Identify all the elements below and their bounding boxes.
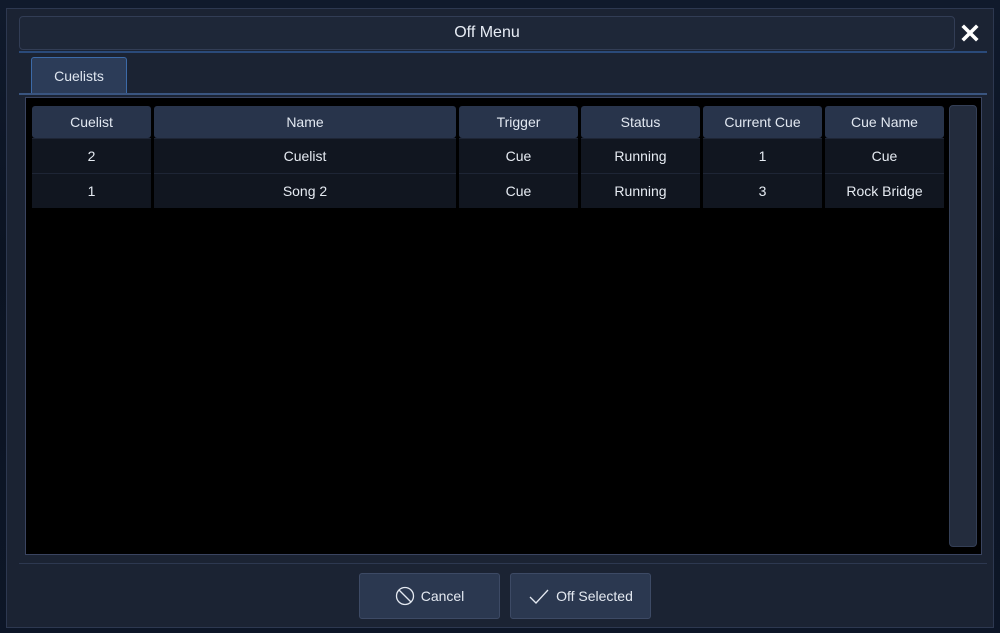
cell-current-cue: 3	[703, 173, 822, 208]
column-header-current-cue[interactable]: Current Cue	[703, 106, 822, 138]
cell-current-cue: 1	[703, 138, 822, 173]
cell-status: Running	[581, 173, 700, 208]
column-header-cuelist[interactable]: Cuelist	[32, 106, 151, 138]
column-header-trigger[interactable]: Trigger	[459, 106, 578, 138]
close-button[interactable]	[953, 16, 987, 50]
table-scrollbar[interactable]	[949, 105, 977, 547]
cell-cuelist: 1	[32, 173, 151, 208]
dialog-title: Off Menu	[19, 16, 955, 50]
checkmark-icon	[529, 589, 549, 604]
footer-divider	[19, 563, 987, 564]
cuelist-table: Cuelist Name Trigger Status Current Cue …	[29, 106, 947, 208]
off-selected-button-label: Off Selected	[556, 588, 633, 604]
column-header-cue-name[interactable]: Cue Name	[825, 106, 944, 138]
dialog-title-text: Off Menu	[454, 24, 520, 41]
table-header-row: Cuelist Name Trigger Status Current Cue …	[32, 106, 944, 138]
cancel-icon	[395, 586, 414, 606]
cell-cue-name: Cue	[825, 138, 944, 173]
close-icon	[961, 24, 979, 42]
tab-cuelists[interactable]: Cuelists	[31, 57, 127, 93]
title-divider	[19, 51, 987, 53]
cancel-button[interactable]: Cancel	[359, 573, 500, 619]
table-row[interactable]: 1 Song 2 Cue Running 3 Rock Bridge	[32, 173, 944, 208]
cell-status: Running	[581, 138, 700, 173]
cell-name: Cuelist	[154, 138, 456, 173]
off-menu-dialog: Off Menu Cuelists Cuelist Name Trigger S…	[6, 8, 994, 628]
cell-trigger: Cue	[459, 173, 578, 208]
cell-cuelist: 2	[32, 138, 151, 173]
cell-name: Song 2	[154, 173, 456, 208]
tab-label: Cuelists	[54, 67, 104, 84]
cell-cue-name: Rock Bridge	[825, 173, 944, 208]
off-selected-button[interactable]: Off Selected	[510, 573, 651, 619]
column-header-status[interactable]: Status	[581, 106, 700, 138]
cancel-button-label: Cancel	[420, 588, 465, 604]
cell-trigger: Cue	[459, 138, 578, 173]
column-header-name[interactable]: Name	[154, 106, 456, 138]
cuelist-table-panel: Cuelist Name Trigger Status Current Cue …	[25, 97, 982, 555]
tab-divider	[19, 93, 987, 95]
table-row[interactable]: 2 Cuelist Cue Running 1 Cue	[32, 138, 944, 173]
